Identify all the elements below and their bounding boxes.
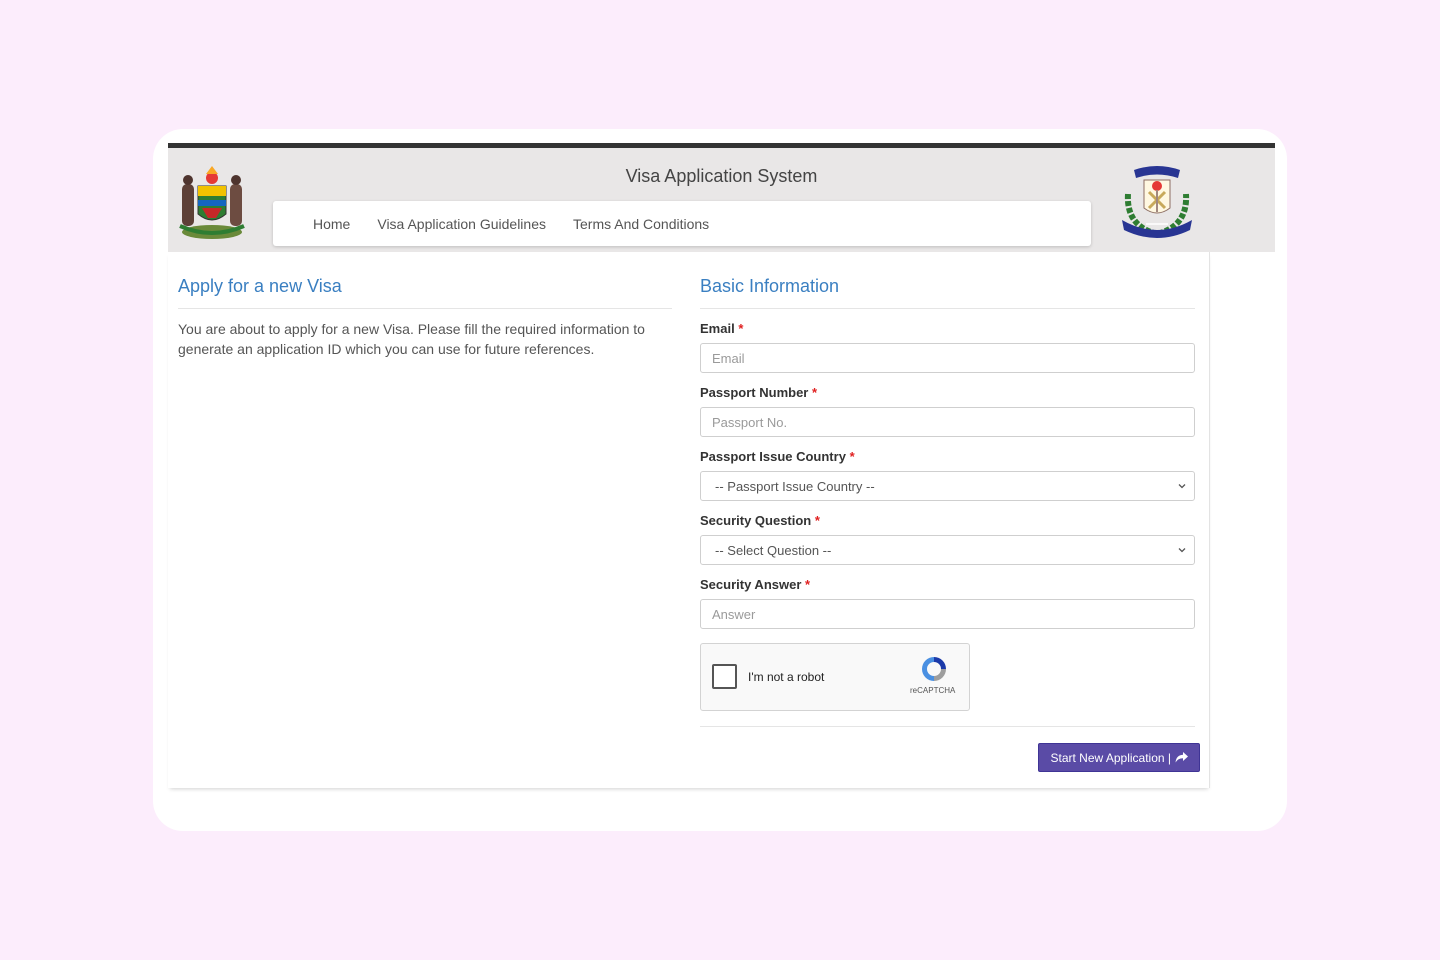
captcha-checkbox[interactable] <box>712 664 737 689</box>
required-mark: * <box>849 449 855 464</box>
nav-terms-conditions[interactable]: Terms And Conditions <box>573 216 709 232</box>
passport-number-field[interactable] <box>700 407 1195 437</box>
required-mark: * <box>805 577 811 592</box>
security-question-select[interactable]: -- Select Question -- <box>700 535 1195 565</box>
nav-home[interactable]: Home <box>313 216 350 232</box>
nav-visa-guidelines[interactable]: Visa Application Guidelines <box>377 216 546 232</box>
captcha-brand: reCAPTCHA <box>910 686 956 695</box>
submit-label: Start New Application | <box>1050 750 1171 765</box>
site-header: Visa Application System Home Visa Applic… <box>168 148 1275 252</box>
chevron-down-icon <box>1178 484 1186 489</box>
recaptcha-widget: I'm not a robot reCAPTCHA <box>700 643 970 711</box>
main-navbar: Home Visa Application Guidelines Terms A… <box>273 201 1091 246</box>
passport-country-label: Passport Issue Country * <box>700 449 855 464</box>
intro-title: Apply for a new Visa <box>178 276 672 309</box>
security-question-label: Security Question * <box>700 513 820 528</box>
security-answer-label: Security Answer * <box>700 577 811 592</box>
passport-country-value: -- Passport Issue Country -- <box>715 478 875 494</box>
form-title: Basic Information <box>700 276 1195 309</box>
security-question-value: -- Select Question -- <box>715 542 832 558</box>
chevron-down-icon <box>1178 548 1186 553</box>
site-title: Visa Application System <box>625 166 818 186</box>
email-field[interactable] <box>700 343 1195 373</box>
email-label: Email * <box>700 321 744 336</box>
main-content: Apply for a new Visa You are about to ap… <box>168 252 1210 788</box>
captcha-label: I'm not a robot <box>748 670 825 684</box>
security-answer-field[interactable] <box>700 599 1195 629</box>
required-mark: * <box>812 385 818 400</box>
form-divider <box>700 726 1195 727</box>
required-mark: * <box>738 321 744 336</box>
required-mark: * <box>814 513 820 528</box>
passport-country-select[interactable]: -- Passport Issue Country -- <box>700 471 1195 501</box>
visa-site: Visa Application System Home Visa Applic… <box>168 143 1275 793</box>
share-arrow-icon <box>1175 752 1188 763</box>
recaptcha-icon <box>922 657 946 681</box>
intro-text: You are about to apply for a new Visa. P… <box>178 321 645 357</box>
basic-info-form: Basic Information Email * Passport Numbe… <box>700 276 1195 727</box>
intro-section: Apply for a new Visa You are about to ap… <box>178 276 672 359</box>
passport-number-label: Passport Number * <box>700 385 818 400</box>
immigration-emblem-icon <box>1122 166 1192 238</box>
start-new-application-button[interactable]: Start New Application | <box>1038 743 1200 772</box>
